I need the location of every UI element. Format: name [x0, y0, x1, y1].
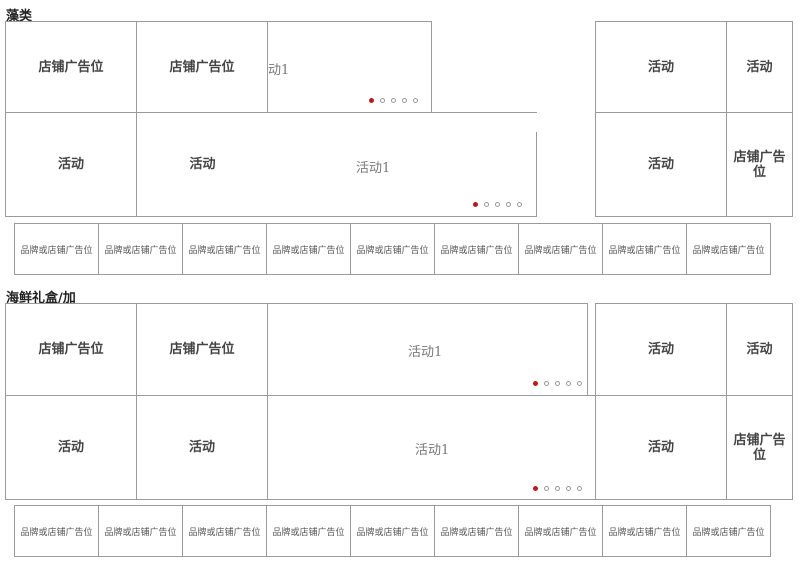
- brand-ad-slot[interactable]: 品牌或店铺广告位: [686, 223, 771, 275]
- carousel-dot[interactable]: [506, 202, 511, 207]
- carousel-dot[interactable]: [533, 381, 538, 386]
- brand-ad-slot[interactable]: 品牌或店铺广告位: [518, 223, 603, 275]
- activity-slot[interactable]: 活动: [595, 395, 727, 500]
- cell-label: 店铺广告位: [733, 432, 786, 463]
- carousel-dot[interactable]: [577, 381, 582, 386]
- carousel-label: 活动1: [408, 345, 443, 360]
- brand-ad-slot[interactable]: 品牌或店铺广告位: [350, 223, 435, 275]
- cell-label: 活动: [57, 440, 84, 455]
- activity-slot[interactable]: 活动: [136, 112, 268, 217]
- cell-label: 店铺广告位: [169, 59, 235, 75]
- store-ad-slot[interactable]: 店铺广告位: [136, 303, 268, 396]
- divider: [536, 132, 537, 217]
- cell-label: 活动: [188, 440, 215, 455]
- cell-label: 店铺广告位: [38, 59, 104, 75]
- brand-ad-slot[interactable]: 品牌或店铺广告位: [686, 505, 771, 557]
- carousel-dot[interactable]: [369, 98, 374, 103]
- carousel-dots: [369, 98, 418, 103]
- activity-slot[interactable]: 活动: [5, 395, 137, 500]
- carousel-dot[interactable]: [577, 486, 582, 491]
- carousel-bottom[interactable]: 活动1: [267, 112, 537, 217]
- cell-label: 活动: [647, 157, 674, 172]
- brand-ad-slot[interactable]: 品牌或店铺广告位: [602, 505, 687, 557]
- carousel-dot[interactable]: [544, 381, 549, 386]
- store-ad-slot[interactable]: 店铺广告位: [136, 21, 268, 113]
- brand-ad-slot[interactable]: 品牌或店铺广告位: [266, 505, 351, 557]
- carousel-dot[interactable]: [473, 202, 478, 207]
- brand-ad-slot[interactable]: 品牌或店铺广告位: [266, 223, 351, 275]
- carousel-dots: [473, 202, 522, 207]
- cell-label: 店铺广告位: [169, 342, 235, 357]
- store-ad-slot[interactable]: 店铺广告位: [5, 21, 137, 113]
- carousel-dot[interactable]: [402, 98, 407, 103]
- carousel-dot[interactable]: [533, 486, 538, 491]
- cell-label: 活动: [189, 157, 216, 172]
- activity-slot[interactable]: 活动: [726, 21, 793, 113]
- carousel-label: 动1: [268, 63, 290, 78]
- activity-slot[interactable]: 活动: [726, 303, 793, 396]
- carousel-top[interactable]: 动1: [267, 21, 432, 113]
- carousel-dot[interactable]: [391, 98, 396, 103]
- carousel-top[interactable]: 活动1: [267, 303, 588, 396]
- cell-label: 活动: [647, 342, 674, 357]
- carousel-label: 活动1: [356, 161, 391, 176]
- cell-label: 活动: [746, 342, 773, 357]
- carousel-dot[interactable]: [517, 202, 522, 207]
- cell-label: 店铺广告位: [733, 149, 786, 180]
- brand-ad-slot[interactable]: 品牌或店铺广告位: [14, 223, 99, 275]
- carousel-dot[interactable]: [555, 381, 560, 386]
- activity-slot[interactable]: 活动: [595, 21, 727, 113]
- carousel-dot[interactable]: [495, 202, 500, 207]
- store-ad-slot[interactable]: 店铺广告位: [5, 303, 137, 396]
- carousel-dot[interactable]: [484, 202, 489, 207]
- carousel-dot[interactable]: [555, 486, 560, 491]
- carousel-dot[interactable]: [380, 98, 385, 103]
- activity-slot[interactable]: 活动: [136, 395, 268, 500]
- carousel-dot[interactable]: [566, 381, 571, 386]
- store-ad-slot[interactable]: 店铺广告位: [726, 395, 793, 500]
- activity-slot[interactable]: 活动: [595, 112, 727, 217]
- brand-ad-slot[interactable]: 品牌或店铺广告位: [350, 505, 435, 557]
- brand-ad-slot[interactable]: 品牌或店铺广告位: [602, 223, 687, 275]
- brand-ad-slot[interactable]: 品牌或店铺广告位: [434, 505, 519, 557]
- brand-ad-slot[interactable]: 品牌或店铺广告位: [98, 223, 183, 275]
- carousel-dot[interactable]: [566, 486, 571, 491]
- cell-label: 活动: [57, 157, 84, 172]
- brand-ad-slot[interactable]: 品牌或店铺广告位: [14, 505, 99, 557]
- carousel-label: 活动1: [415, 443, 450, 458]
- activity-slot[interactable]: 活动: [5, 112, 137, 217]
- carousel-dots: [533, 381, 582, 386]
- store-ad-slot[interactable]: 店铺广告位: [726, 112, 793, 217]
- cell-label: 活动: [647, 440, 674, 455]
- carousel-bottom[interactable]: 活动1: [267, 395, 596, 500]
- brand-ad-slot[interactable]: 品牌或店铺广告位: [518, 505, 603, 557]
- brand-ad-slot[interactable]: 品牌或店铺广告位: [182, 505, 267, 557]
- carousel-dots: [533, 486, 582, 491]
- brand-ad-slot[interactable]: 品牌或店铺广告位: [98, 505, 183, 557]
- cell-label: 活动: [746, 59, 773, 75]
- carousel-dot[interactable]: [413, 98, 418, 103]
- brand-ad-slot[interactable]: 品牌或店铺广告位: [434, 223, 519, 275]
- activity-slot[interactable]: 活动: [595, 303, 727, 396]
- brand-row: 品牌或店铺广告位 品牌或店铺广告位 品牌或店铺广告位 品牌或店铺广告位 品牌或店…: [14, 223, 771, 275]
- carousel-dot[interactable]: [544, 486, 549, 491]
- brand-ad-slot[interactable]: 品牌或店铺广告位: [182, 223, 267, 275]
- brand-row: 品牌或店铺广告位 品牌或店铺广告位 品牌或店铺广告位 品牌或店铺广告位 品牌或店…: [14, 505, 771, 557]
- cell-label: 店铺广告位: [38, 342, 104, 357]
- cell-label: 活动: [647, 59, 674, 75]
